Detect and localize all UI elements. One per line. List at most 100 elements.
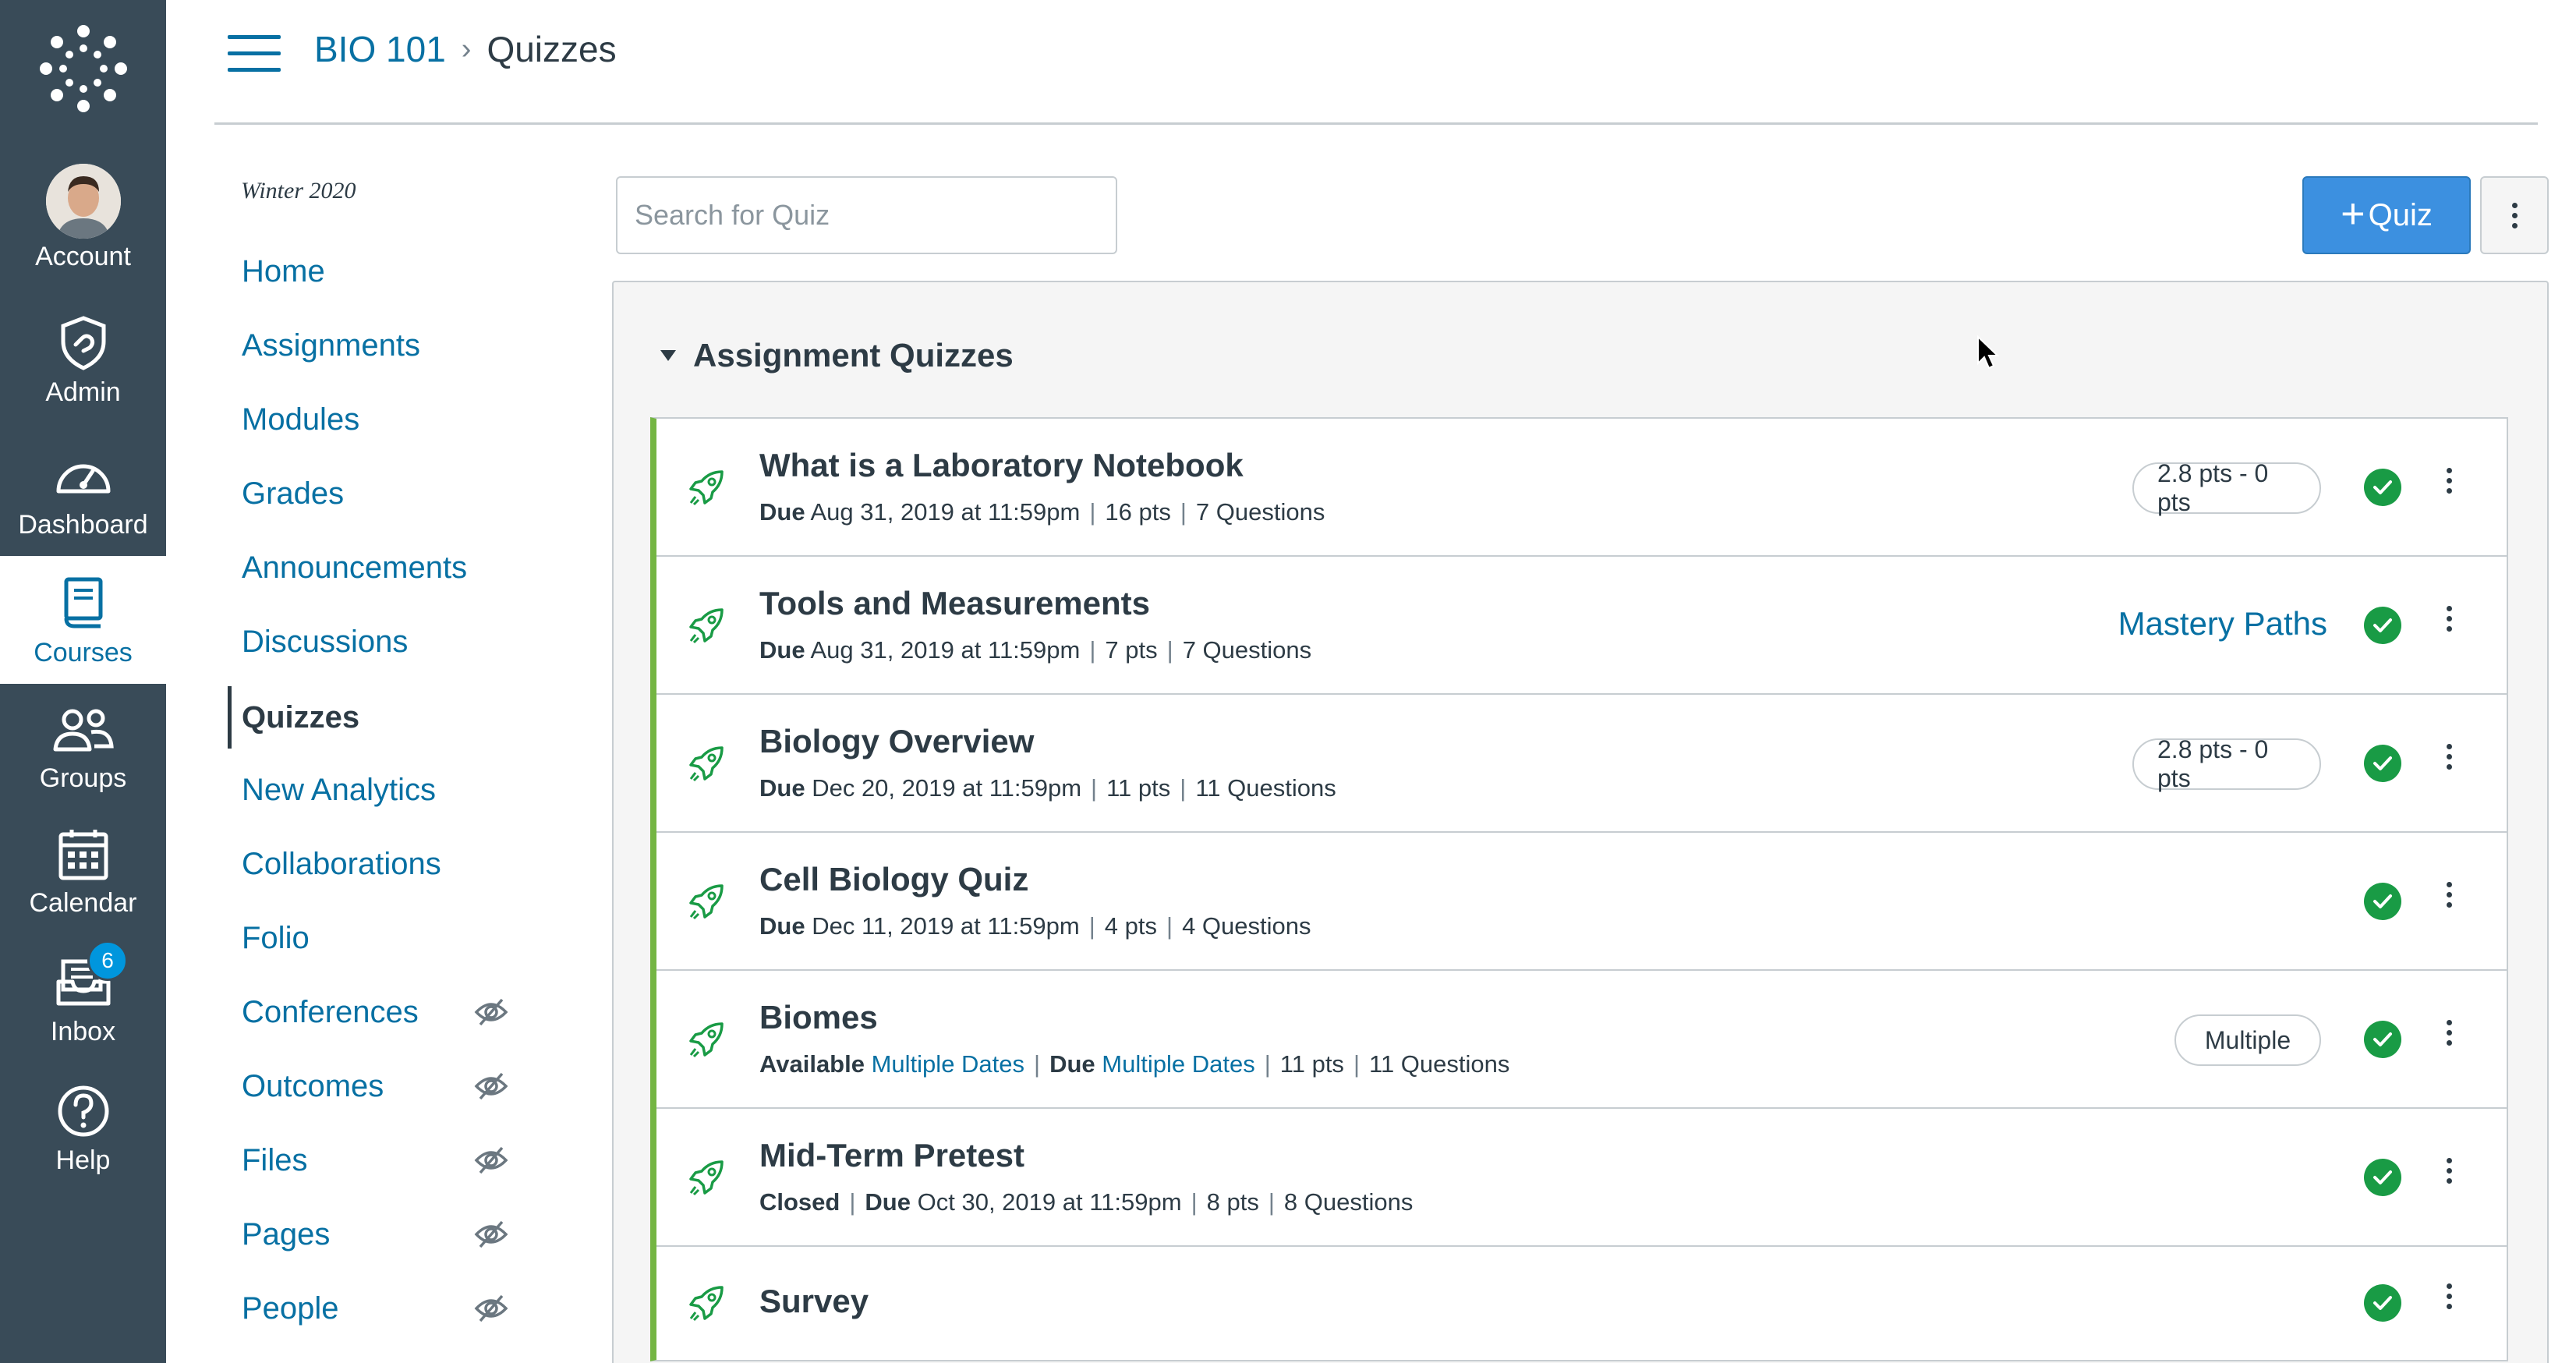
eye-slash-icon: [474, 1146, 508, 1174]
quiz-row[interactable]: Mid-Term Pretest Closed | Due Oct 30, 2019…: [656, 1109, 2507, 1247]
score-range-pill[interactable]: 2.8 pts - 0 pts: [2132, 735, 2321, 792]
course-nav-label: People: [242, 1290, 339, 1326]
quiz-row[interactable]: Biomes Available Multiple Dates | Due Mult…: [656, 971, 2507, 1109]
quiz-group-toggle[interactable]: Assignment Quizzes: [660, 337, 1014, 374]
due-date: Oct 30, 2019 at 11:59pm: [917, 1188, 1182, 1216]
rocket-icon: [689, 746, 724, 782]
course-nav-folio[interactable]: Folio: [228, 910, 540, 966]
due-label: Due: [759, 498, 805, 526]
quiz-title-link[interactable]: Survey: [759, 1283, 869, 1320]
global-nav-help-label: Help: [55, 1145, 111, 1175]
quiz-meta: Closed | Due Oct 30, 2019 at 11:59pm | 8 pts…: [759, 1188, 1413, 1216]
course-nav-label: Assignments: [242, 327, 420, 363]
rocket-icon: [689, 884, 724, 920]
quiz-options-kebab-icon[interactable]: [2447, 880, 2452, 910]
quiz-title-link[interactable]: Biomes: [759, 999, 878, 1036]
course-nav-collaborations[interactable]: Collaborations: [228, 836, 540, 892]
course-nav-home[interactable]: Home: [228, 243, 540, 299]
global-nav-inbox[interactable]: Inbox: [0, 951, 166, 1047]
quiz-question-count: 8 Questions: [1283, 1188, 1414, 1216]
quiz-title-link[interactable]: What is a Laboratory Notebook: [759, 447, 1244, 484]
course-nav-outcomes[interactable]: Outcomes: [228, 1058, 540, 1114]
score-range-pill[interactable]: 2.8 pts - 0 pts: [2132, 459, 2321, 516]
course-nav-people[interactable]: People: [228, 1280, 540, 1336]
breadcrumb: BIO 101 › Quizzes: [314, 28, 617, 70]
canvas-logo[interactable]: [0, 0, 166, 136]
course-nav-assignments[interactable]: Assignments: [228, 317, 540, 373]
published-check-icon[interactable]: [2364, 1159, 2401, 1196]
course-nav-quizzes[interactable]: Quizzes: [228, 686, 540, 749]
eye-slash-icon: [474, 1072, 508, 1100]
due-dates-link[interactable]: Multiple Dates: [1102, 1050, 1254, 1078]
people-icon: [52, 698, 115, 760]
quiz-row[interactable]: Cell Biology Quiz Due Dec 11, 2019 at 11…: [656, 833, 2507, 971]
course-nav-conferences[interactable]: Conferences: [228, 984, 540, 1040]
score-range-pill[interactable]: Multiple: [2174, 1014, 2321, 1066]
course-nav-label: Folio: [242, 920, 310, 955]
mastery-paths-link[interactable]: Mastery Paths: [2118, 605, 2327, 643]
available-label: Available: [759, 1050, 865, 1078]
rocket-icon: [689, 608, 724, 644]
book-icon: [52, 572, 115, 635]
meta-separator: |: [1191, 1188, 1198, 1216]
course-nav-new-analytics[interactable]: New Analytics: [228, 762, 540, 818]
course-nav-grades[interactable]: Grades: [228, 466, 540, 522]
published-check-icon[interactable]: [2364, 1021, 2401, 1058]
quiz-options-kebab-icon[interactable]: [2447, 604, 2452, 634]
global-nav-account[interactable]: Account: [0, 164, 166, 272]
quiz-row[interactable]: Survey: [656, 1247, 2507, 1360]
course-nav-files[interactable]: Files: [228, 1132, 540, 1188]
meta-separator: |: [1180, 498, 1187, 526]
breadcrumb-course-link[interactable]: BIO 101: [314, 28, 446, 70]
quiz-points: 11 pts: [1279, 1050, 1344, 1078]
global-nav-admin[interactable]: Admin: [0, 312, 166, 408]
global-nav-groups[interactable]: Groups: [0, 698, 166, 794]
global-nav-admin-label: Admin: [45, 377, 121, 407]
quiz-options-kebab-icon[interactable]: [2447, 1281, 2452, 1312]
published-check-icon[interactable]: [2364, 469, 2401, 506]
quiz-row[interactable]: Biology Overview Due Dec 20, 2019 at 11:…: [656, 695, 2507, 833]
global-nav-dashboard[interactable]: Dashboard: [0, 444, 166, 540]
quiz-options-kebab-icon[interactable]: [2447, 1018, 2452, 1048]
quiz-row[interactable]: What is a Laboratory Notebook Due Aug 31…: [656, 419, 2507, 557]
search-quiz-input[interactable]: [616, 176, 1117, 254]
available-dates-link[interactable]: Multiple Dates: [872, 1050, 1024, 1078]
page-options-button[interactable]: [2480, 176, 2549, 254]
global-nav-courses-label: Courses: [34, 637, 133, 667]
due-label: Due: [865, 1188, 911, 1216]
meta-separator: |: [1089, 636, 1096, 664]
course-nav-announcements[interactable]: Announcements: [228, 540, 540, 596]
course-nav-discussions[interactable]: Discussions: [228, 614, 540, 670]
add-quiz-label: Quiz: [2368, 197, 2433, 232]
quiz-row[interactable]: Tools and Measurements Due Aug 31, 2019 …: [656, 557, 2507, 695]
global-nav-courses[interactable]: Courses: [0, 556, 166, 684]
course-nav-label: Collaborations: [242, 846, 441, 881]
course-nav-modules[interactable]: Modules: [228, 391, 540, 448]
course-nav-pages[interactable]: Pages: [228, 1206, 540, 1262]
published-check-icon[interactable]: [2364, 1284, 2401, 1322]
global-nav-groups-label: Groups: [39, 763, 127, 793]
course-nav-label: Grades: [242, 476, 345, 511]
quiz-options-kebab-icon[interactable]: [2447, 742, 2452, 772]
published-check-icon[interactable]: [2364, 607, 2401, 644]
quiz-meta: Due Dec 11, 2019 at 11:59pm | 4 pts | 4 Ques…: [759, 912, 1311, 940]
published-check-icon[interactable]: [2364, 745, 2401, 782]
global-nav-calendar[interactable]: Calendar: [0, 823, 166, 919]
quiz-meta: Due Aug 31, 2019 at 11:59pm | 16 pts | 7 Que…: [759, 498, 1325, 526]
quiz-title-link[interactable]: Biology Overview: [759, 723, 1034, 760]
quiz-options-kebab-icon[interactable]: [2447, 1156, 2452, 1186]
hamburger-menu-button[interactable]: [228, 35, 281, 74]
published-check-icon[interactable]: [2364, 883, 2401, 920]
global-nav-help[interactable]: Help: [0, 1080, 166, 1176]
add-quiz-button[interactable]: + Quiz: [2302, 176, 2471, 254]
quiz-title-link[interactable]: Cell Biology Quiz: [759, 861, 1028, 898]
quiz-options-kebab-icon[interactable]: [2447, 466, 2452, 496]
meta-separator: |: [1034, 1050, 1041, 1078]
meta-separator: |: [1089, 498, 1096, 526]
quiz-title-link[interactable]: Mid-Term Pretest: [759, 1137, 1024, 1174]
quiz-title-link[interactable]: Tools and Measurements: [759, 585, 1150, 622]
course-nav-label: Discussions: [242, 624, 409, 659]
quiz-points: 4 pts: [1104, 912, 1158, 940]
due-label: Due: [759, 774, 805, 802]
meta-separator: |: [1091, 774, 1098, 802]
